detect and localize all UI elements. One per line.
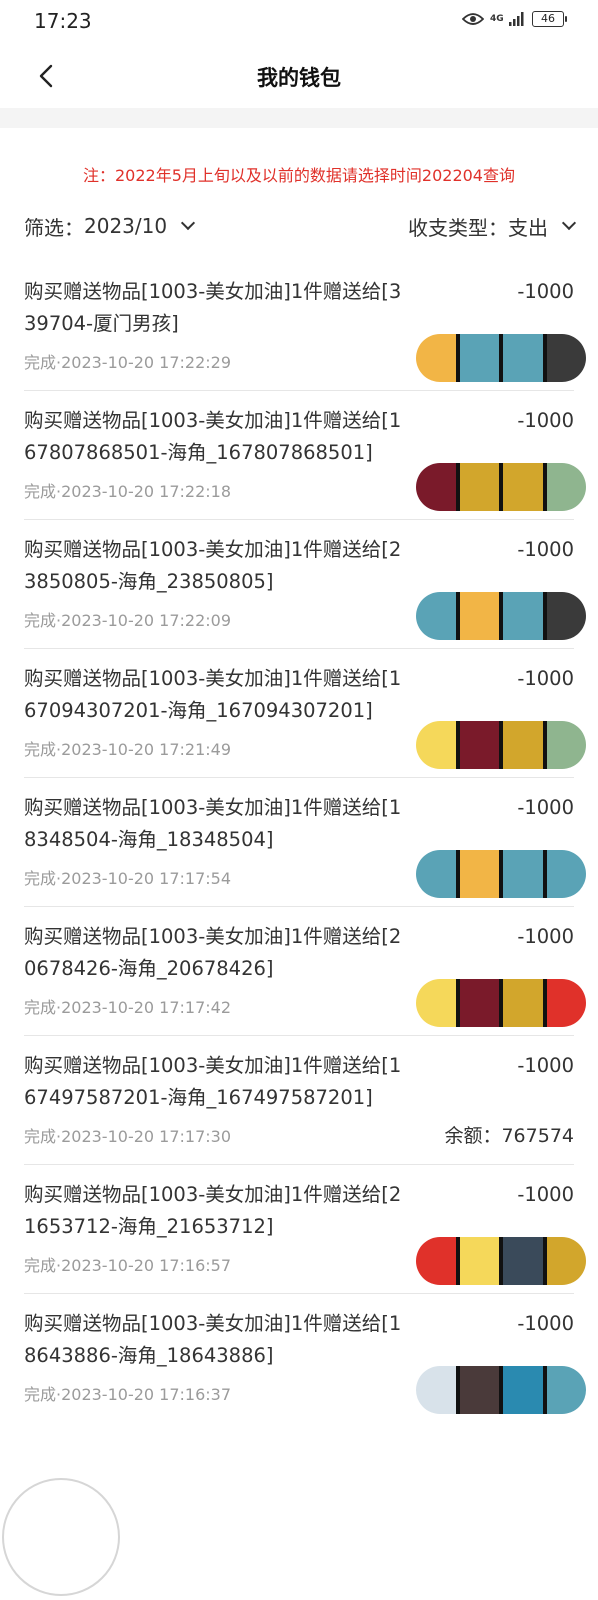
- chevron-down-icon: [561, 215, 577, 231]
- section-divider: [0, 108, 598, 128]
- transaction-amount: -1000: [517, 409, 574, 432]
- list-item[interactable]: 购买赠送物品[1003-美女加油]1件赠送给[18643886-海角_18643…: [24, 1294, 586, 1422]
- transaction-amount: -1000: [517, 1183, 574, 1206]
- signal-icon: [509, 12, 524, 26]
- network-type: 4G: [490, 13, 504, 24]
- notice-text: 注：2022年5月上旬以及以前的数据请选择时间202204查询: [83, 166, 515, 185]
- redaction-mark: [416, 334, 586, 382]
- redaction-mark: [416, 463, 586, 511]
- transaction-description: 购买赠送物品[1003-美女加油]1件赠送给[18643886-海角_18643…: [24, 1312, 402, 1367]
- status-time: 17:23: [34, 9, 92, 33]
- list-item[interactable]: 购买赠送物品[1003-美女加油]1件赠送给[18348504-海角_18348…: [24, 778, 586, 907]
- transaction-amount: -1000: [517, 1312, 574, 1335]
- type-filter[interactable]: 收支类型： 支出: [408, 212, 577, 241]
- transaction-balance: 余额：767574: [444, 1125, 574, 1147]
- list-item[interactable]: 购买赠送物品[1003-美女加油]1件赠送给[20678426-海角_20678…: [24, 907, 586, 1036]
- type-filter-value: 支出: [508, 215, 548, 240]
- transaction-amount: -1000: [517, 1054, 574, 1077]
- list-item[interactable]: 购买赠送物品[1003-美女加油]1件赠送给[167497587201-海角_1…: [24, 1036, 574, 1165]
- transaction-description: 购买赠送物品[1003-美女加油]1件赠送给[23850805-海角_23850…: [24, 538, 402, 593]
- page-title: 我的钱包: [257, 66, 341, 90]
- transaction-list: 购买赠送物品[1003-美女加油]1件赠送给[339704-厦门男孩] -100…: [24, 262, 586, 1422]
- type-filter-label: 收支类型：: [408, 215, 508, 240]
- date-filter[interactable]: 筛选： 2023/10: [24, 212, 196, 241]
- redaction-mark: [416, 979, 586, 1027]
- filter-row: 筛选： 2023/10 收支类型： 支出: [24, 210, 577, 242]
- chevron-down-icon: [181, 215, 196, 231]
- list-item[interactable]: 购买赠送物品[1003-美女加油]1件赠送给[339704-厦门男孩] -100…: [24, 262, 586, 391]
- date-filter-label: 筛选：: [24, 215, 84, 240]
- list-item[interactable]: 购买赠送物品[1003-美女加油]1件赠送给[167094307201-海角_1…: [24, 649, 586, 778]
- redaction-mark: [416, 850, 586, 898]
- transaction-amount: -1000: [517, 538, 574, 561]
- list-item[interactable]: 购买赠送物品[1003-美女加油]1件赠送给[23850805-海角_23850…: [24, 520, 586, 649]
- transaction-description: 购买赠送物品[1003-美女加油]1件赠送给[20678426-海角_20678…: [24, 925, 402, 980]
- transaction-description: 购买赠送物品[1003-美女加油]1件赠送给[167807868501-海角_1…: [24, 409, 402, 464]
- transaction-amount: -1000: [517, 925, 574, 948]
- list-item[interactable]: 购买赠送物品[1003-美女加油]1件赠送给[167807868501-海角_1…: [24, 391, 586, 520]
- nav-bar: 我的钱包: [0, 46, 598, 108]
- battery-icon: 46: [532, 11, 567, 27]
- transaction-description: 购买赠送物品[1003-美女加油]1件赠送给[167497587201-海角_1…: [24, 1054, 402, 1109]
- eye-icon: [462, 13, 484, 25]
- transaction-description: 购买赠送物品[1003-美女加油]1件赠送给[339704-厦门男孩]: [24, 280, 402, 335]
- redaction-mark: [416, 592, 586, 640]
- redaction-mark: [416, 721, 586, 769]
- redaction-mark: [416, 1237, 586, 1285]
- transaction-description: 购买赠送物品[1003-美女加油]1件赠送给[21653712-海角_21653…: [24, 1183, 402, 1238]
- status-bar: 17:23 4G 46: [0, 0, 598, 46]
- date-filter-value: 2023/10: [84, 214, 168, 238]
- status-icons: 4G 46: [462, 11, 567, 27]
- transaction-amount: -1000: [517, 667, 574, 690]
- watermark-seal: [2, 1478, 120, 1596]
- transaction-amount: -1000: [517, 796, 574, 819]
- transaction-description: 购买赠送物品[1003-美女加油]1件赠送给[167094307201-海角_1…: [24, 667, 402, 722]
- transaction-amount: -1000: [517, 280, 574, 303]
- redaction-mark: [416, 1366, 586, 1414]
- list-item[interactable]: 购买赠送物品[1003-美女加油]1件赠送给[21653712-海角_21653…: [24, 1165, 586, 1294]
- transaction-description: 购买赠送物品[1003-美女加油]1件赠送给[18348504-海角_18348…: [24, 796, 402, 851]
